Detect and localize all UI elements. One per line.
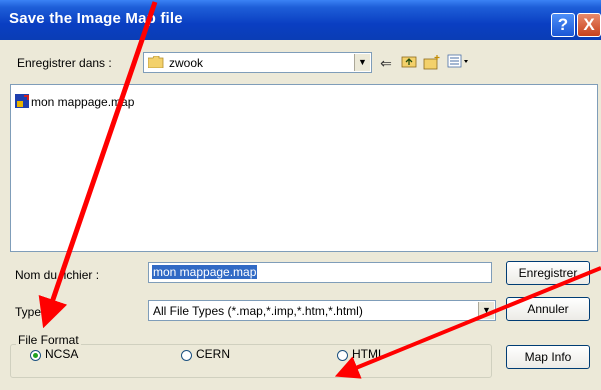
list-item[interactable]: mon mappage.map: [15, 94, 134, 109]
help-button[interactable]: ?: [551, 13, 575, 37]
map-info-button[interactable]: Map Info: [506, 345, 590, 369]
lookin-label: Enregistrer dans :: [17, 56, 112, 70]
filetype-combo[interactable]: All File Types (*.map,*.imp,*.htm,*.html…: [148, 300, 496, 321]
file-name: mon mappage.map: [31, 95, 135, 109]
back-icon[interactable]: ⇐: [377, 54, 395, 72]
file-format-legend: File Format: [16, 333, 81, 347]
radio-ncsa[interactable]: [30, 350, 41, 361]
lookin-combo[interactable]: zwook ▼: [143, 52, 372, 73]
view-menu-icon[interactable]: [446, 54, 472, 72]
new-folder-icon[interactable]: [423, 54, 441, 72]
radio-cern-label: CERN: [196, 347, 231, 361]
filetype-value: All File Types (*.map,*.imp,*.htm,*.html…: [153, 304, 363, 318]
cancel-button[interactable]: Annuler: [506, 297, 590, 321]
filename-field[interactable]: mon mappage.map: [148, 262, 492, 283]
filetype-label: Type :: [15, 305, 48, 319]
filename-value: mon mappage.map: [152, 265, 258, 279]
window-title: Save the Image Map file: [9, 10, 183, 27]
chevron-down-icon[interactable]: ▼: [478, 302, 494, 319]
radio-cern[interactable]: [181, 350, 192, 361]
filename-label: Nom du fichier :: [15, 268, 100, 282]
up-folder-icon[interactable]: [400, 54, 418, 72]
folder-icon: [147, 55, 164, 69]
close-button[interactable]: X: [577, 13, 601, 37]
map-file-icon: [15, 94, 29, 108]
radio-ncsa-label: NCSA: [45, 347, 79, 361]
lookin-value: zwook: [169, 56, 204, 70]
title-bar: Save the Image Map file ? X: [0, 0, 601, 40]
file-list[interactable]: mon mappage.map: [10, 84, 598, 252]
save-button[interactable]: Enregistrer: [506, 261, 590, 285]
radio-html-label: HTML: [352, 347, 385, 361]
chevron-down-icon[interactable]: ▼: [354, 54, 370, 71]
radio-html[interactable]: [337, 350, 348, 361]
save-dialog: Save the Image Map file ? X Enregistrer …: [0, 0, 601, 390]
file-format-group: [10, 344, 492, 378]
